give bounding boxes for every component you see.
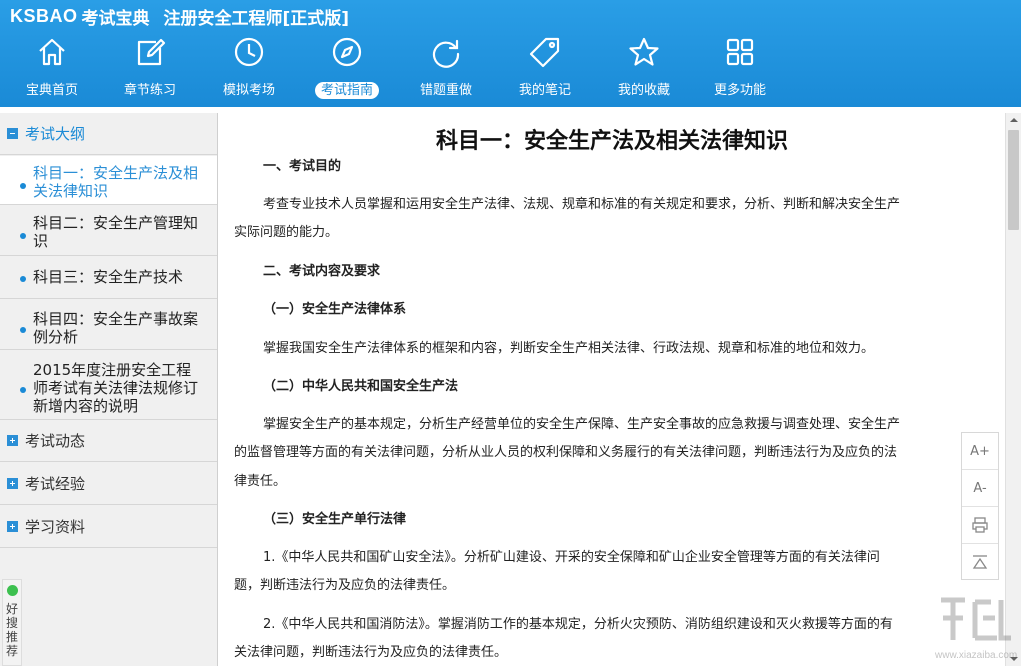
nav-mock-exam-label: 模拟考场	[222, 83, 275, 98]
section-exam-news-label: 考试动态	[25, 432, 86, 450]
brand-logo: KSBAO	[10, 5, 78, 26]
tag-icon	[529, 36, 561, 68]
nav-my-favorites[interactable]: 我的收藏	[596, 34, 692, 104]
section-exam-outline[interactable]: 考试大纲	[0, 113, 217, 155]
bullet-icon	[20, 233, 26, 239]
haosou-logo-icon	[7, 585, 18, 596]
back-to-top-button[interactable]	[962, 544, 998, 581]
sidebar-item-subject-2[interactable]: 科目二：安全生产管理知识	[0, 205, 217, 256]
app-title: 注册安全工程师[正式版]	[163, 8, 350, 29]
scroll-up-icon[interactable]	[1006, 113, 1021, 128]
nav-chapter-practice-label: 章节练习	[123, 83, 176, 98]
paragraph: 掌握我国安全生产法律体系的框架和内容，判断安全生产相关法律、行政法规、规章和标准…	[263, 341, 875, 356]
print-icon	[972, 517, 988, 533]
brand: KSBAO 考试宝典 注册安全工程师[正式版]	[10, 4, 350, 29]
scroll-thumb[interactable]	[1008, 130, 1019, 230]
sidebar-item-subject-4[interactable]: 科目四：安全生产事故案例分析	[0, 299, 217, 350]
paragraph: 的监督管理等方面的有关法律问题，分析从业人员的权利保障和义务履行的有关法律问题，…	[234, 445, 898, 460]
main-nav: 宝典首页 章节练习 模拟考场 考试指南 错题重做 我的笔记 我的收藏 更多功能	[0, 34, 1021, 104]
nav-mock-exam[interactable]: 模拟考场	[201, 34, 297, 104]
nav-home-label: 宝典首页	[25, 83, 78, 98]
sidebar-item-2015-revision[interactable]: 2015年度注册安全工程师考试有关法律法规修订新增内容的说明	[0, 350, 217, 420]
document-view: 科目一：安全生产法及相关法律知识 一、考试目的 考查专业技术人员掌握和运用安全生…	[219, 113, 1005, 666]
nav-my-favorites-label: 我的收藏	[617, 83, 670, 98]
paragraph: 考查专业技术人员掌握和运用安全生产法律、法规、规章和标准的有关规定和要求，分析、…	[263, 197, 901, 212]
nav-my-notes[interactable]: 我的笔记	[497, 34, 593, 104]
expand-icon	[7, 478, 18, 489]
nav-more-functions[interactable]: 更多功能	[692, 34, 788, 104]
edit-icon	[134, 36, 166, 68]
section-exam-experience-label: 考试经验	[25, 475, 86, 493]
expand-icon	[7, 435, 18, 446]
section-study-materials-label: 学习资料	[25, 518, 86, 536]
compass-icon	[331, 36, 363, 68]
heading-single-laws: （三）安全生产单行法律	[263, 512, 407, 527]
redo-icon	[430, 36, 462, 68]
bullet-icon	[20, 276, 26, 282]
app-header: KSBAO 考试宝典 注册安全工程师[正式版] 宝典首页 章节练习 模拟考场 考…	[0, 0, 1021, 107]
sidebar-item-label: 科目四：安全生产事故案例分析	[33, 310, 199, 346]
vertical-scrollbar[interactable]	[1005, 113, 1021, 666]
sidebar: 考试大纲 科目一：安全生产法及相关法律知识 科目二：安全生产管理知识 科目三：安…	[0, 113, 218, 666]
nav-chapter-practice[interactable]: 章节练习	[102, 34, 198, 104]
sidebar-item-subject-3[interactable]: 科目三：安全生产技术	[0, 256, 217, 299]
reading-tools: A+ A-	[961, 432, 999, 580]
nav-my-notes-label: 我的笔记	[518, 83, 571, 98]
heading-safety-law: （二）中华人民共和国安全生产法	[263, 379, 459, 394]
font-decrease-button[interactable]: A-	[962, 470, 998, 507]
section-study-materials[interactable]: 学习资料	[0, 506, 217, 548]
clock-icon	[233, 36, 265, 68]
collapse-icon	[7, 128, 18, 139]
paragraph: 掌握安全生产的基本规定，分析生产经营单位的安全生产保障、生产安全事故的应急救援与…	[263, 417, 901, 432]
grid-icon	[724, 36, 756, 68]
heading-exam-content: 二、考试内容及要求	[263, 264, 381, 279]
paragraph: 律责任。	[234, 474, 287, 489]
paragraph: 实际问题的能力。	[234, 225, 339, 240]
haosou-recommend-tab[interactable]: 好搜推荐	[2, 579, 22, 666]
nav-home[interactable]: 宝典首页	[4, 34, 100, 104]
sidebar-item-label: 科目一：安全生产法及相关法律知识	[33, 164, 199, 200]
site-watermark: www.xiazaiba.com	[935, 588, 1018, 662]
sidebar-item-label: 科目三：安全生产技术	[33, 268, 184, 286]
paragraph: 题，判断违法行为及应负的法律责任。	[234, 578, 456, 593]
expand-icon	[7, 521, 18, 532]
section-exam-experience[interactable]: 考试经验	[0, 463, 217, 505]
heading-exam-purpose: 一、考试目的	[263, 159, 342, 174]
nav-exam-guide-label: 考试指南	[299, 82, 395, 100]
sidebar-item-subject-1[interactable]: 科目一：安全生产法及相关法律知识	[0, 156, 217, 205]
bullet-icon	[20, 387, 26, 393]
paragraph: 2.《中华人民共和国消防法》。掌握消防工作的基本规定，分析火灾预防、消防组织建设…	[263, 617, 893, 632]
nav-exam-guide[interactable]: 考试指南	[299, 34, 395, 104]
watermark-logo-icon	[941, 597, 1011, 641]
sidebar-item-label: 科目二：安全生产管理知识	[33, 214, 199, 250]
back-to-top-icon	[972, 555, 988, 569]
haosou-label: 好搜推荐	[5, 602, 18, 658]
print-button[interactable]	[962, 507, 998, 544]
nav-redo-wrong[interactable]: 错题重做	[398, 34, 494, 104]
bullet-icon	[20, 183, 26, 189]
nav-redo-wrong-label: 错题重做	[419, 83, 472, 98]
home-icon	[36, 36, 68, 68]
paragraph: 1.《中华人民共和国矿山安全法》。分析矿山建设、开采的安全保障和矿山企业安全管理…	[263, 550, 880, 565]
section-exam-news[interactable]: 考试动态	[0, 420, 217, 462]
star-icon	[628, 36, 660, 68]
paragraph: 关法律问题，判断违法行为及应负的法律责任。	[234, 645, 508, 660]
font-increase-button[interactable]: A+	[962, 433, 998, 470]
section-exam-outline-label: 考试大纲	[25, 125, 86, 143]
nav-more-functions-label: 更多功能	[713, 83, 766, 98]
watermark-url: www.xiazaiba.com	[935, 650, 1018, 661]
brand-name: 考试宝典	[81, 8, 150, 29]
sidebar-item-label: 2015年度注册安全工程师考试有关法律法规修订新增内容的说明	[33, 361, 199, 415]
heading-legal-system: （一）安全生产法律体系	[263, 302, 407, 317]
bullet-icon	[20, 327, 26, 333]
